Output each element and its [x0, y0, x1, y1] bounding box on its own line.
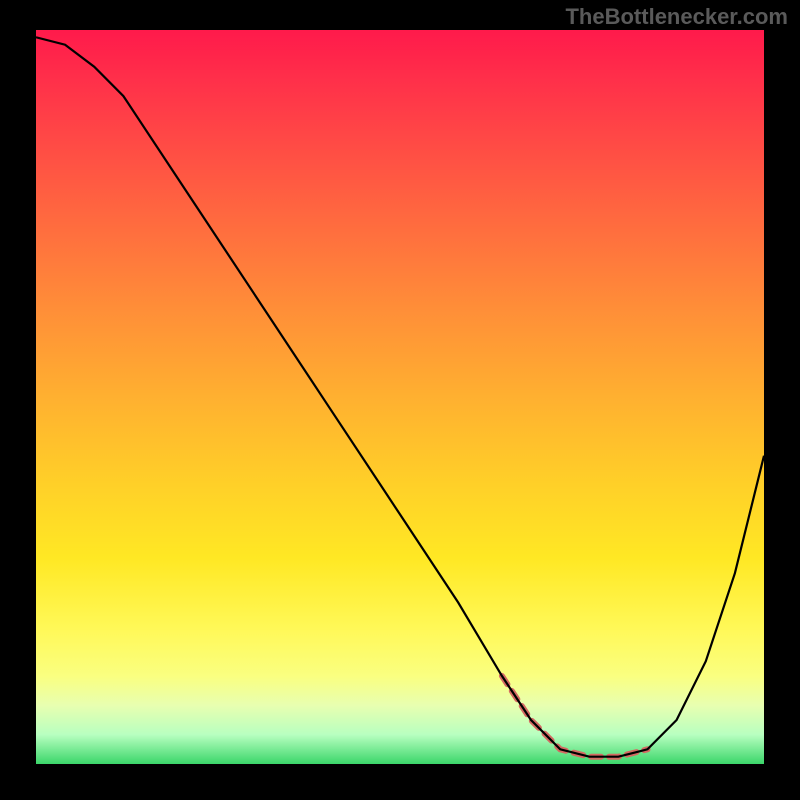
plot-area: [36, 30, 764, 764]
watermark-text: TheBottlenecker.com: [565, 4, 788, 30]
bottleneck-chart: [0, 0, 800, 800]
heat-gradient-background: [36, 30, 764, 764]
